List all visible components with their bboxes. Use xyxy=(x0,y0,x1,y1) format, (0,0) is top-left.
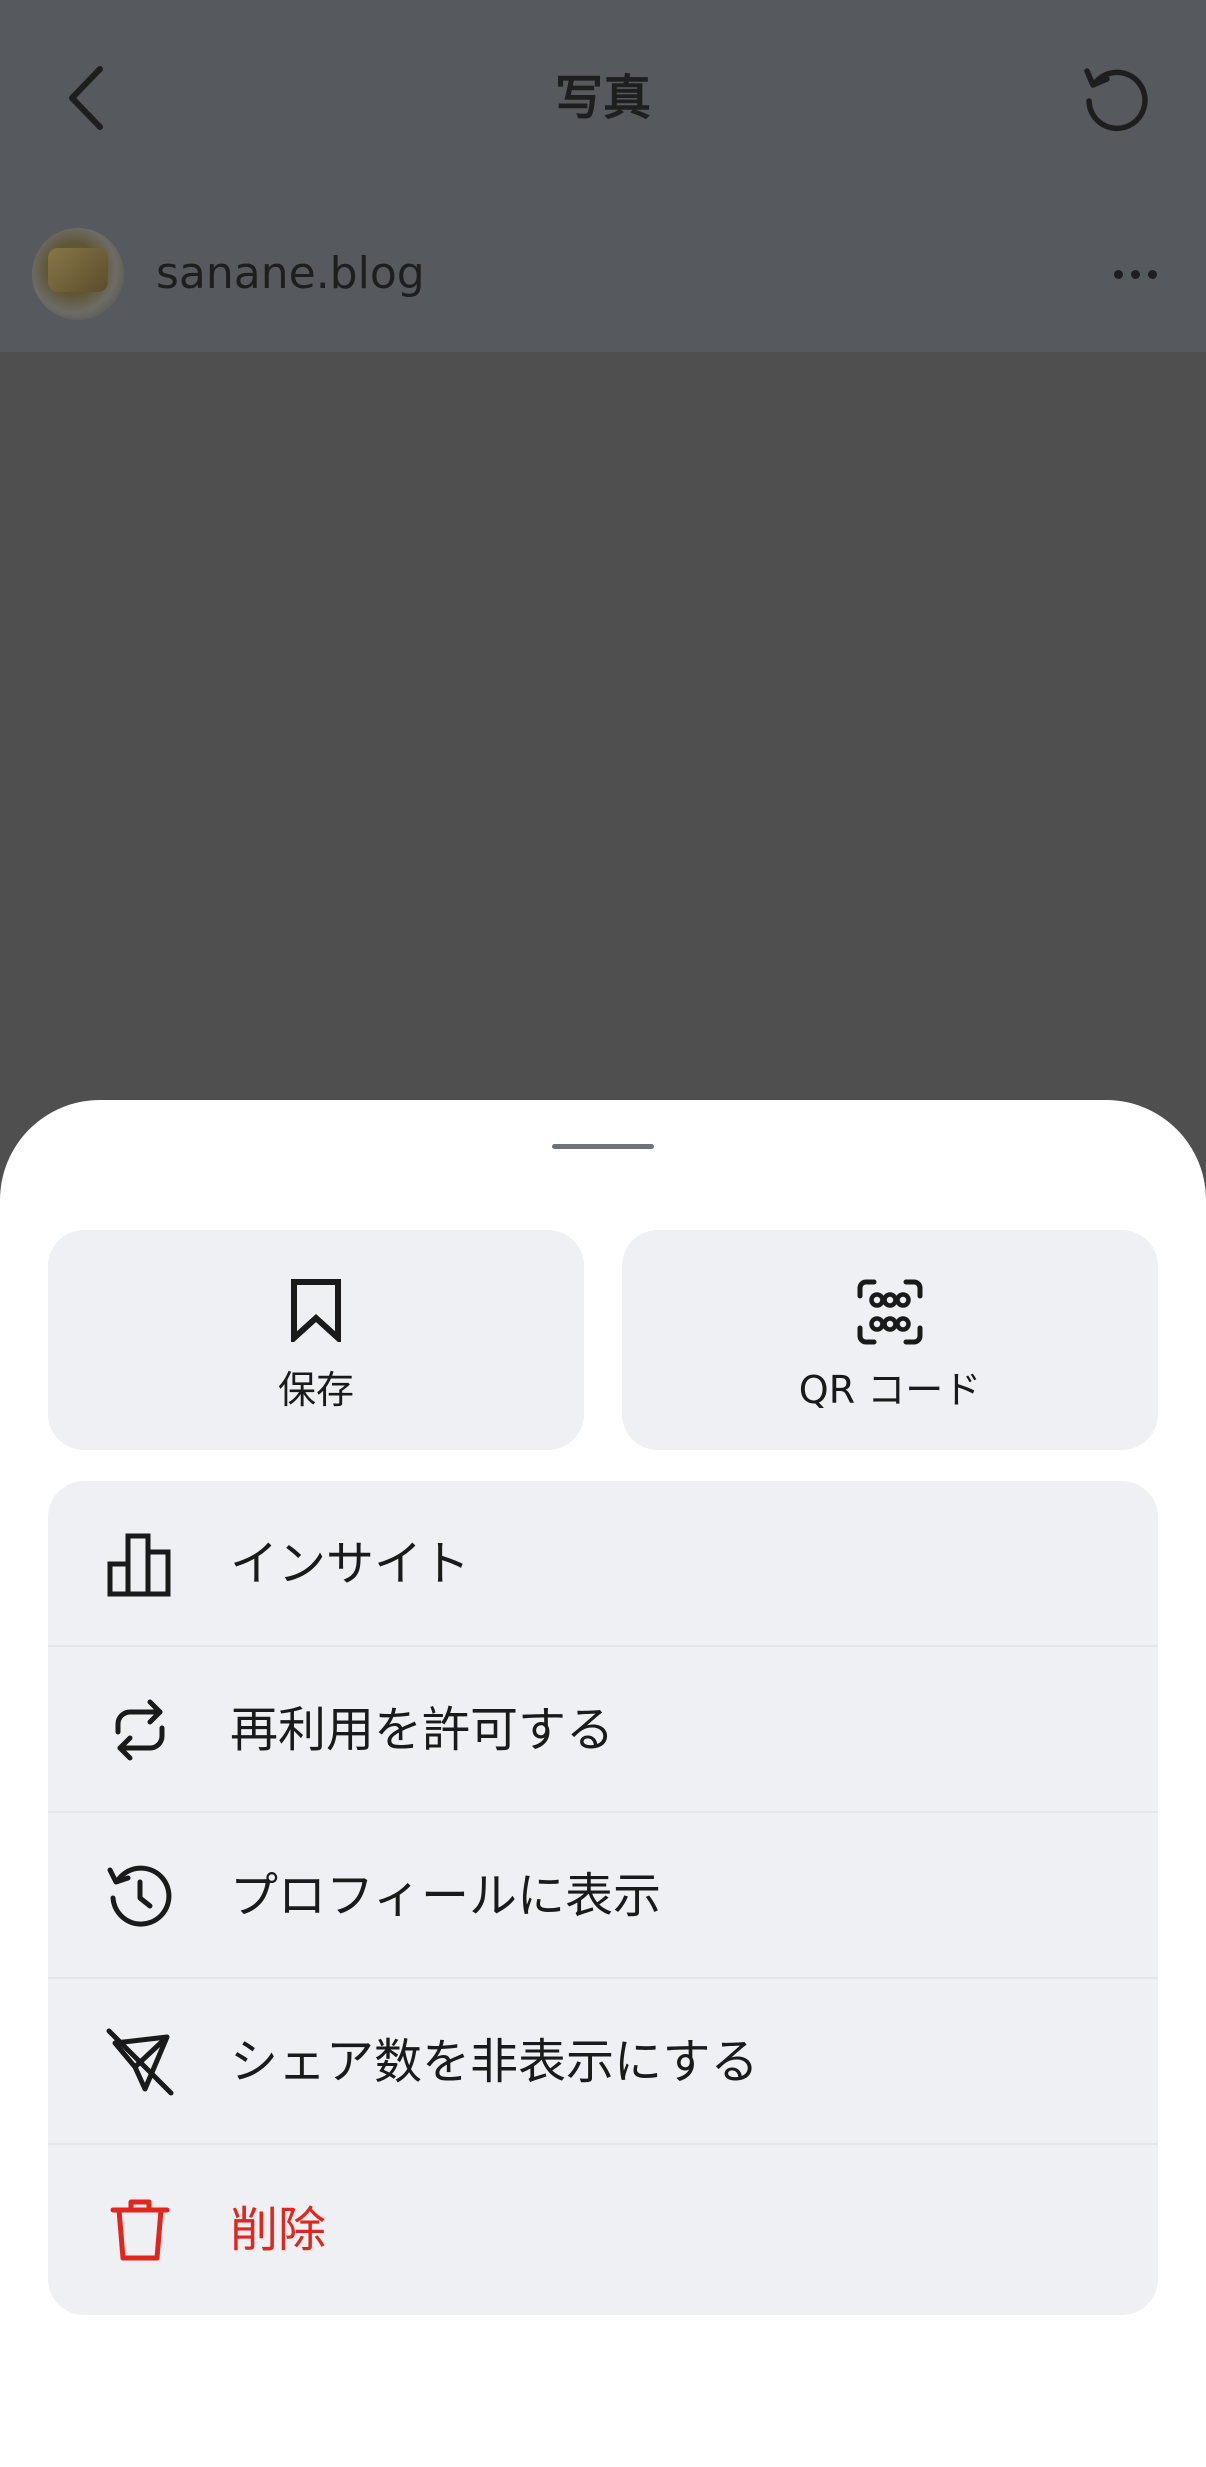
menu-item-label: プロフィールに表示 xyxy=(230,1868,662,1924)
qr-code-icon xyxy=(857,1279,923,1345)
repost-icon xyxy=(115,1699,165,1761)
action-menu: インサイト 再利用を許可する プロフィールに表示 シェア数を非表示にする 削除 xyxy=(48,1481,1158,2315)
avatar-photo xyxy=(48,248,108,292)
menu-item-insights[interactable]: インサイト xyxy=(48,1481,1158,1647)
qr-code-button[interactable]: QR コード xyxy=(622,1230,1158,1450)
share-hidden-icon xyxy=(106,2028,174,2096)
menu-item-label: 削除 xyxy=(230,2202,327,2258)
photo-area xyxy=(0,352,1206,1112)
menu-item-label: インサイト xyxy=(230,1536,471,1592)
menu-item-delete[interactable]: 削除 xyxy=(48,2145,1158,2315)
more-horizontal-icon xyxy=(1130,269,1140,279)
more-options-button[interactable] xyxy=(1100,244,1170,304)
refresh-button[interactable] xyxy=(1074,56,1158,140)
menu-item-show-on-profile[interactable]: プロフィールに表示 xyxy=(48,1813,1158,1979)
action-sheet: 保存 QR コード インサイト 再利用を許可する プロフィールに表示 シェア数を… xyxy=(0,1100,1206,2467)
history-icon xyxy=(107,1865,172,1927)
menu-item-label: シェア数を非表示にする xyxy=(230,2034,759,2090)
bookmark-icon xyxy=(291,1279,341,1342)
save-button[interactable]: 保存 xyxy=(48,1230,584,1450)
menu-item-label: 再利用を許可する xyxy=(230,1702,615,1758)
qr-code-label: QR コード xyxy=(798,1368,982,1412)
trash-icon xyxy=(110,2199,170,2261)
avatar[interactable] xyxy=(32,228,124,320)
refresh-icon xyxy=(1084,68,1148,132)
author-username[interactable]: sanane.blog xyxy=(156,242,425,306)
sheet-grabber[interactable] xyxy=(552,1144,654,1149)
more-horizontal-icon xyxy=(1113,269,1123,279)
top-navigation-bar: 写真 xyxy=(0,0,1206,192)
post-author-row: sanane.blog xyxy=(0,192,1206,352)
page-title: 写真 xyxy=(554,70,651,126)
more-horizontal-icon xyxy=(1147,269,1157,279)
menu-item-hide-share-count[interactable]: シェア数を非表示にする xyxy=(48,1979,1158,2145)
save-label: 保存 xyxy=(277,1368,354,1412)
menu-item-allow-reuse[interactable]: 再利用を許可する xyxy=(48,1647,1158,1813)
bar-chart-icon xyxy=(107,1533,171,1597)
